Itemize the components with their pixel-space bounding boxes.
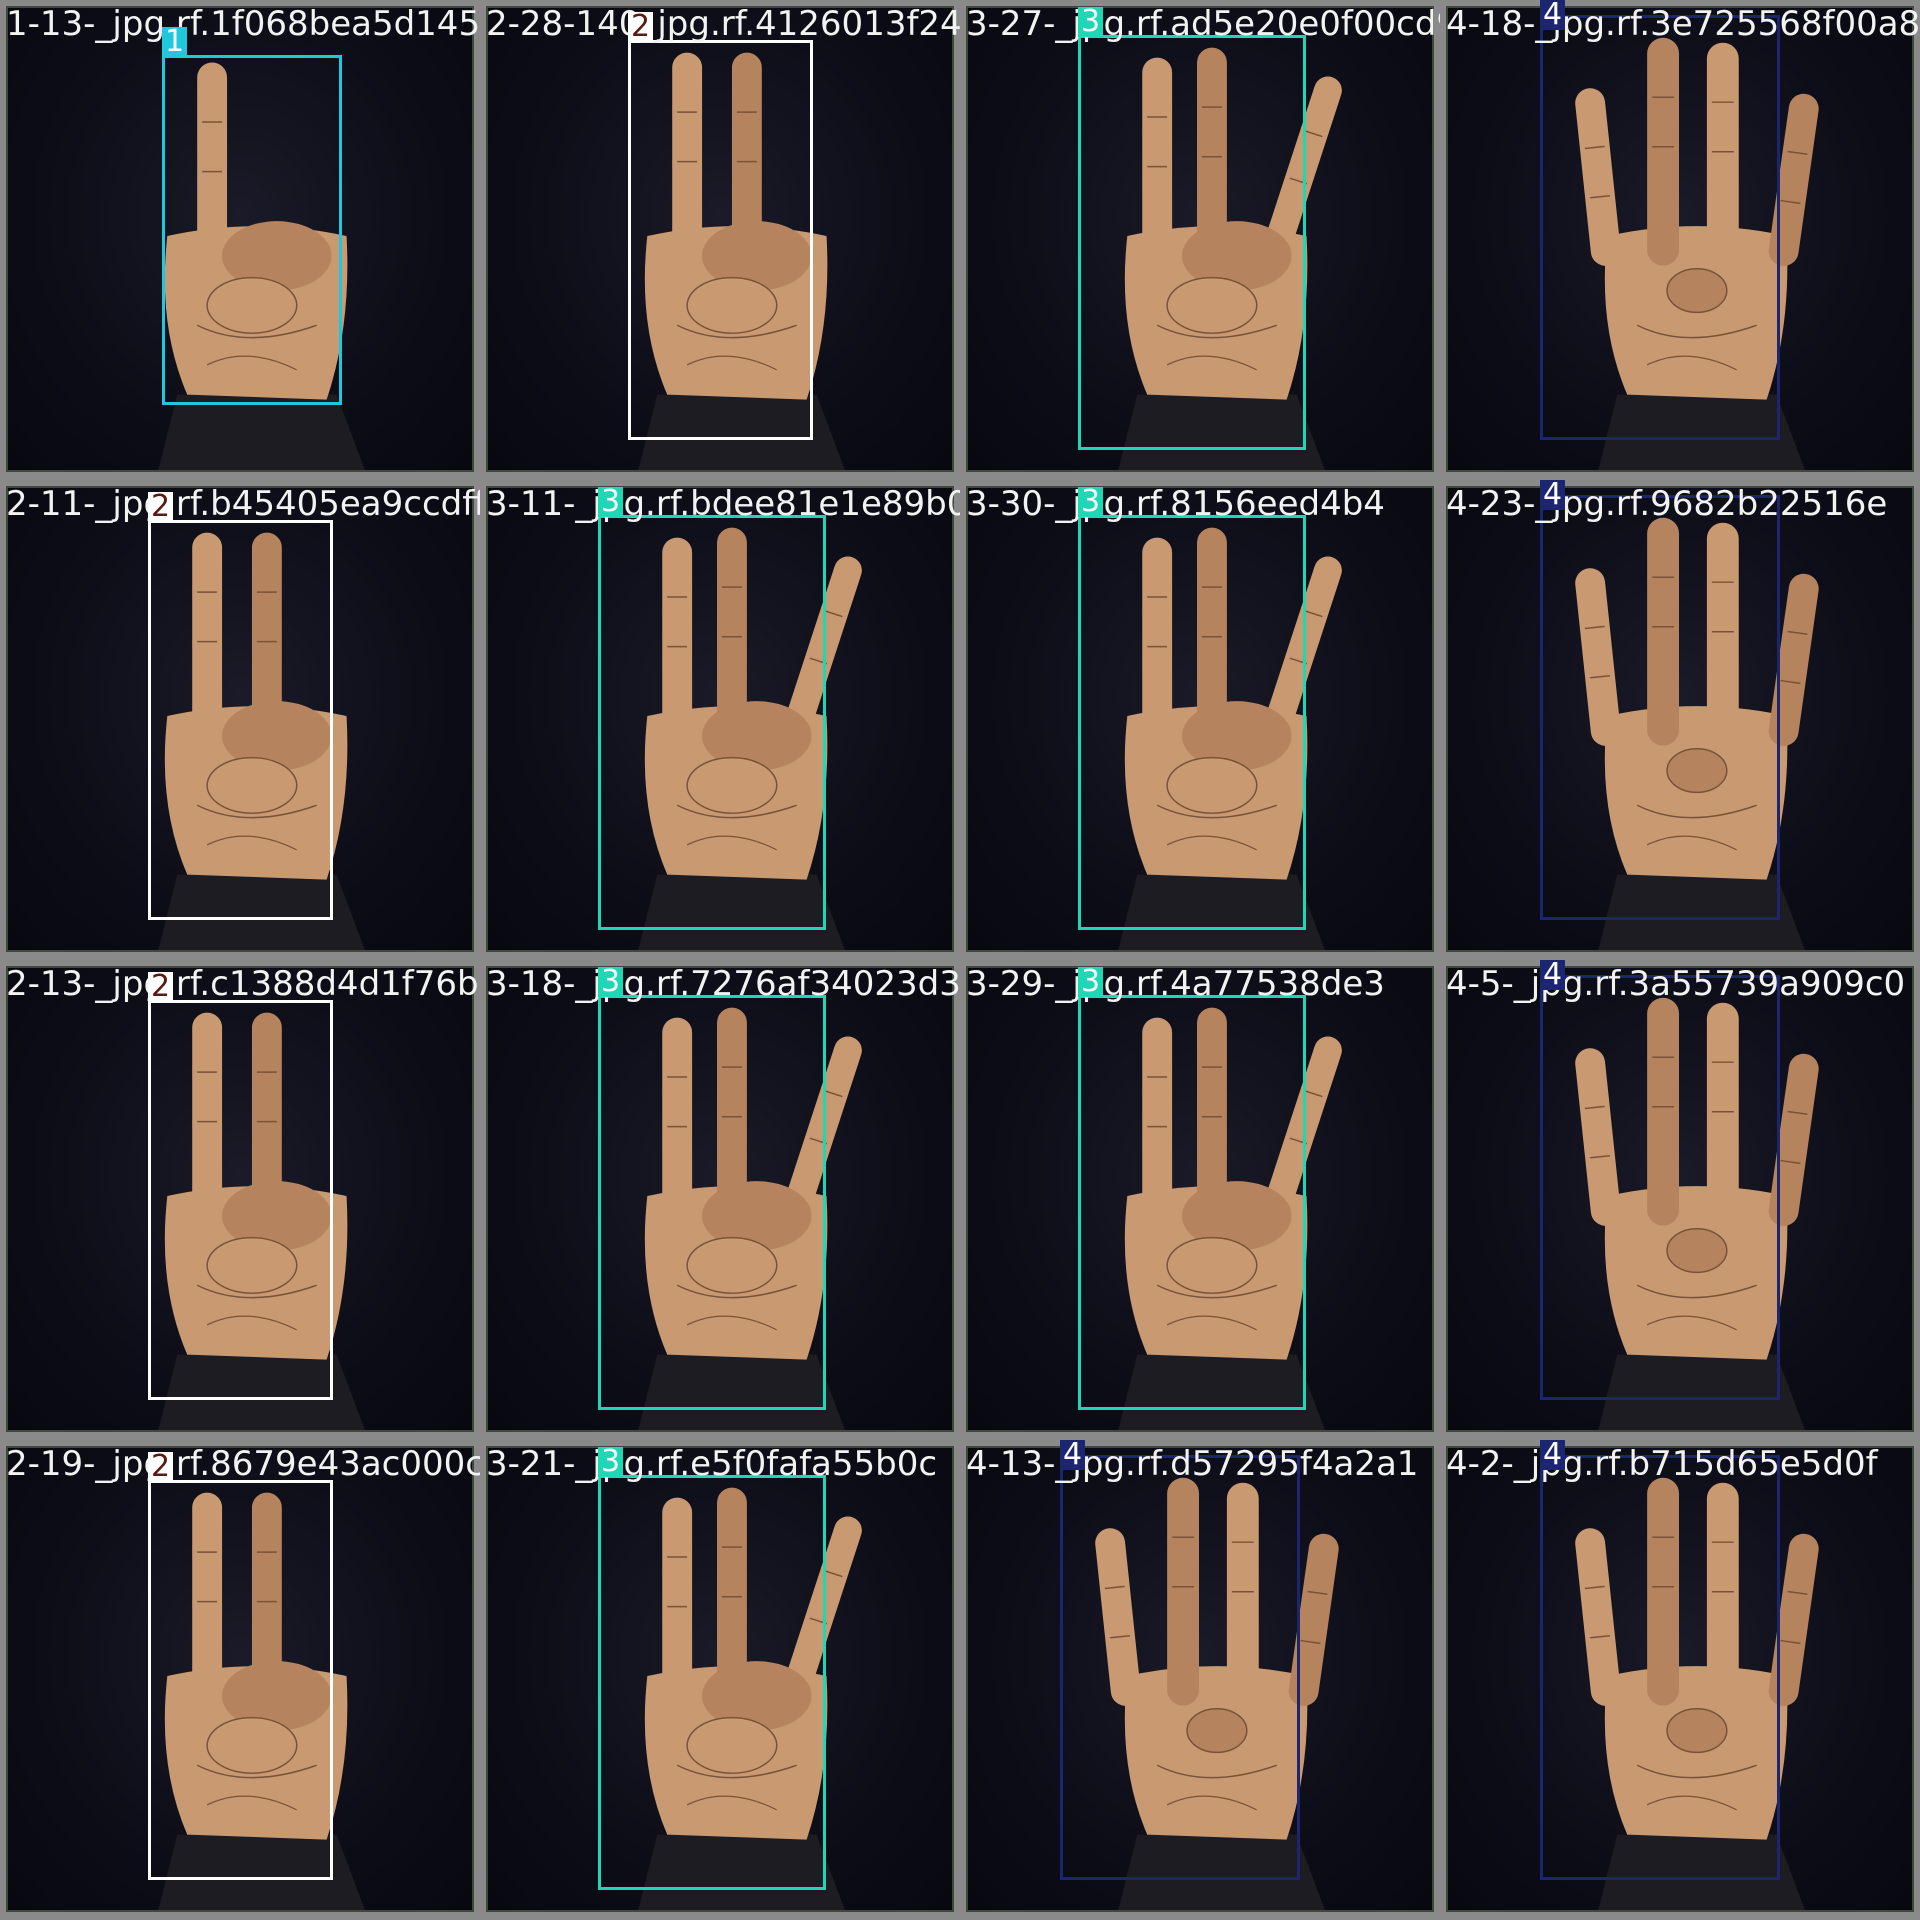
bounding-box [1540, 975, 1780, 1400]
class-label: 4 [1060, 1440, 1086, 1470]
mosaic-tile: 4-2-_jpg.rf.b715d65e5d0f 4 [1440, 1440, 1920, 1920]
bounding-box [148, 520, 333, 920]
mosaic-tile: 4-5-_jpg.rf.3a55739a909c0 4 [1440, 960, 1920, 1440]
mosaic-tile: 1-13-_jpg.rf.1f068bea5d1458 1 [0, 0, 480, 480]
image-filename: 3-18-_jpg.rf.7276af34023d352 [486, 964, 960, 1004]
bounding-box [598, 995, 826, 1410]
mosaic-tile: 4-13-_jpg.rf.d57295f4a2a1 4 [960, 1440, 1440, 1920]
class-label: 4 [1540, 960, 1566, 990]
mosaic-tile: 3-11-_jpg.rf.bdee81e1e89b04 3 [480, 480, 960, 960]
class-label: 3 [1078, 967, 1104, 997]
bounding-box [1540, 15, 1780, 440]
bounding-box [1078, 35, 1306, 450]
mosaic-tile: 2-28-140_jpg.rf.4126013f24aa08e2 [480, 0, 960, 480]
bounding-box [598, 515, 826, 930]
class-label: 4 [1540, 0, 1566, 30]
class-label: 2 [148, 972, 174, 1002]
class-label: 2 [148, 492, 174, 522]
bounding-box [598, 1475, 826, 1890]
bounding-box [162, 55, 342, 405]
mosaic-tile: 2-11-_jpg.rf.b45405ea9ccdff 2 [0, 480, 480, 960]
bounding-box [628, 40, 813, 440]
image-filename: 2-28-140_jpg.rf.4126013f24aa08e [486, 4, 960, 44]
class-label: 3 [1078, 487, 1104, 517]
mosaic-tile: 3-29-_jpg.rf.4a77538de3 3 [960, 960, 1440, 1440]
image-filename: 4-2-_jpg.rf.b715d65e5d0f [1446, 1444, 1878, 1484]
bounding-box [148, 1480, 333, 1880]
image-filename: 3-21-_jpg.rf.e5f0fafa55b0c [486, 1444, 938, 1484]
mosaic-tile: 4-23-_jpg.rf.9682b22516e 4 [1440, 480, 1920, 960]
mosaic-tile: 3-27-_jpg.rf.ad5e20e0f00cd9c 3 [960, 0, 1440, 480]
class-label: 2 [628, 12, 654, 42]
sleeve [158, 394, 365, 470]
class-label: 3 [1078, 7, 1104, 37]
class-label: 2 [148, 1452, 174, 1482]
class-label: 3 [598, 487, 624, 517]
image-mosaic: 1-13-_jpg.rf.1f068bea5d1458 1 2-28-140_jpg… [0, 0, 1920, 1920]
class-label: 3 [598, 967, 624, 997]
image-filename: 4-23-_jpg.rf.9682b22516e [1446, 484, 1888, 524]
image-filename: 3-29-_jpg.rf.4a77538de3 [966, 964, 1385, 1004]
bounding-box [148, 1000, 333, 1400]
image-filename: 4-18-_jpg.rf.3e725568f00a8 [1446, 4, 1920, 44]
image-filename: 1-13-_jpg.rf.1f068bea5d1458 [6, 4, 480, 44]
image-filename: 2-19-_jpg.rf.8679e43ac000c [6, 1444, 480, 1484]
image-filename: 2-13-_jpg.rf.c1388d4d1f76b [6, 964, 479, 1004]
mosaic-tile: 3-18-_jpg.rf.7276af34023d352 3 [480, 960, 960, 1440]
image-filename: 3-27-_jpg.rf.ad5e20e0f00cd9c [966, 4, 1440, 44]
image-filename: 2-11-_jpg.rf.b45405ea9ccdff [6, 484, 480, 524]
class-label: 1 [162, 27, 188, 57]
image-filename: 4-5-_jpg.rf.3a55739a909c0 [1446, 964, 1906, 1004]
image-filename: 4-13-_jpg.rf.d57295f4a2a1 [966, 1444, 1419, 1484]
mosaic-tile: 3-30-_jpg.rf.8156eed4b4 3 [960, 480, 1440, 960]
mosaic-tile: 2-13-_jpg.rf.c1388d4d1f76b 2 [0, 960, 480, 1440]
bounding-box [1060, 1455, 1300, 1880]
mosaic-tile: 2-19-_jpg.rf.8679e43ac000c 2 [0, 1440, 480, 1920]
class-label: 3 [598, 1447, 624, 1477]
image-filename: 3-30-_jpg.rf.8156eed4b4 [966, 484, 1385, 524]
bounding-box [1078, 515, 1306, 930]
bounding-box [1078, 995, 1306, 1410]
image-filename: 3-11-_jpg.rf.bdee81e1e89b04 [486, 484, 960, 524]
bounding-box [1540, 1455, 1780, 1880]
mosaic-tile: 4-18-_jpg.rf.3e725568f00a8 4 [1440, 0, 1920, 480]
class-label: 4 [1540, 1440, 1566, 1470]
mosaic-tile: 3-21-_jpg.rf.e5f0fafa55b0c 3 [480, 1440, 960, 1920]
bounding-box [1540, 495, 1780, 920]
class-label: 4 [1540, 480, 1566, 510]
